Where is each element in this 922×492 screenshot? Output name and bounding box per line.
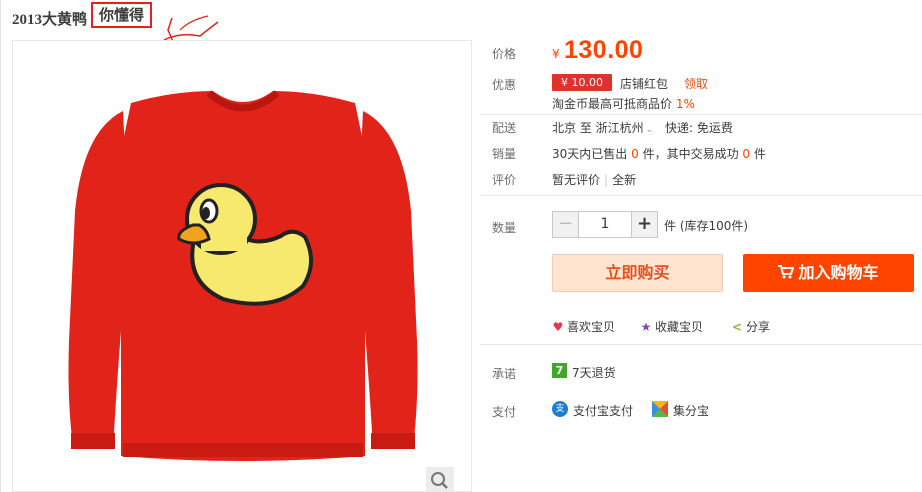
jifenbao-icon <box>652 401 668 417</box>
zoom-button[interactable] <box>426 467 454 492</box>
cart-icon <box>778 264 795 278</box>
reviews-label: 评价 <box>492 173 517 187</box>
product-title-main: 2013大黄鸭 <box>12 12 88 28</box>
reviews-info: 暂无评价 | 全新 <box>552 171 636 188</box>
alipay-icon: 支 <box>552 401 568 417</box>
promise-label: 承诺 <box>492 367 517 381</box>
heart-icon: ♥ <box>552 320 564 334</box>
star-icon: ★ <box>640 320 652 334</box>
sales-label: 销量 <box>492 147 517 161</box>
add-to-cart-button[interactable]: 加入购物车 <box>743 254 914 292</box>
product-title-highlight: 你懂得 <box>91 2 153 28</box>
quantity-decrease-button[interactable]: − <box>553 212 579 237</box>
taojin-percent: 1% <box>675 97 695 111</box>
buy-now-button[interactable]: 立即购买 <box>552 254 723 292</box>
page-left-border <box>0 0 1 492</box>
quantity-input[interactable]: 1 <box>579 212 631 237</box>
shipping-info: 北京 至 浙江杭州 ⌄ 快递: 免运费 <box>552 119 733 136</box>
shipping-method: 快递: 免运费 <box>665 121 733 135</box>
stock-info: 件 (库存100件) <box>664 219 749 233</box>
quantity-increase-button[interactable]: + <box>631 212 657 237</box>
divider <box>480 195 922 196</box>
price-value: 130.00 <box>564 36 644 64</box>
taojin-info: 淘金币最高可抵商品价 1% <box>552 95 695 112</box>
seven-day-return-icon: 7 <box>552 363 567 378</box>
sales-success-count: 0 <box>742 147 751 161</box>
search-icon <box>431 472 448 489</box>
sales-sold-count: 0 <box>631 147 639 161</box>
sales-text-1: 30天内已售出 <box>552 147 628 161</box>
favorite-label: 收藏宝贝 <box>655 320 704 334</box>
like-button[interactable]: ♥ 喜欢宝贝 <box>552 318 615 335</box>
sales-text-3: 件 <box>753 147 766 161</box>
separator: | <box>604 173 609 187</box>
reviews-condition: 全新 <box>612 173 637 187</box>
quantity-stepper: − 1 + <box>552 211 658 238</box>
jifenbao-text[interactable]: 集分宝 <box>673 402 709 419</box>
quantity-label: 数量 <box>492 221 517 235</box>
coupon-claim-link[interactable]: 领取 <box>684 75 708 92</box>
promise-text[interactable]: 7天退货 <box>572 364 616 381</box>
like-label: 喜欢宝贝 <box>567 320 616 334</box>
share-icon: < <box>731 320 743 334</box>
coupon-text: 店铺红包 <box>620 77 669 91</box>
share-label: 分享 <box>746 320 771 334</box>
coupon-badge[interactable]: ¥ 10.00 <box>552 74 612 91</box>
reviews-text[interactable]: 暂无评价 <box>552 173 600 187</box>
product-main-image[interactable] <box>12 40 472 492</box>
product-title: 2013大黄鸭 你懂得 <box>12 2 153 28</box>
shipping-label: 配送 <box>492 121 517 135</box>
chevron-down-icon[interactable]: ⌄ <box>646 125 654 135</box>
shipping-from: 北京 至 <box>552 121 592 135</box>
sales-text-2: 件，其中交易成功 <box>642 147 739 161</box>
divider <box>480 344 922 345</box>
alipay-text[interactable]: 支付宝支付 <box>573 402 633 419</box>
divider <box>480 114 922 115</box>
add-to-cart-label: 加入购物车 <box>798 263 879 282</box>
sales-info: 30天内已售出 0 件，其中交易成功 0 件 <box>552 145 766 162</box>
price-currency: ¥ <box>552 47 560 61</box>
favorite-button[interactable]: ★ 收藏宝贝 <box>640 318 703 335</box>
payment-label: 支付 <box>492 405 517 419</box>
shipping-destination[interactable]: 浙江杭州 <box>596 121 644 135</box>
promo-label: 优惠 <box>492 78 517 92</box>
share-button[interactable]: < 分享 <box>731 318 770 335</box>
taojin-text: 淘金币最高可抵商品价 <box>552 97 673 111</box>
price-label: 价格 <box>492 47 517 61</box>
sweater-image <box>68 90 418 461</box>
